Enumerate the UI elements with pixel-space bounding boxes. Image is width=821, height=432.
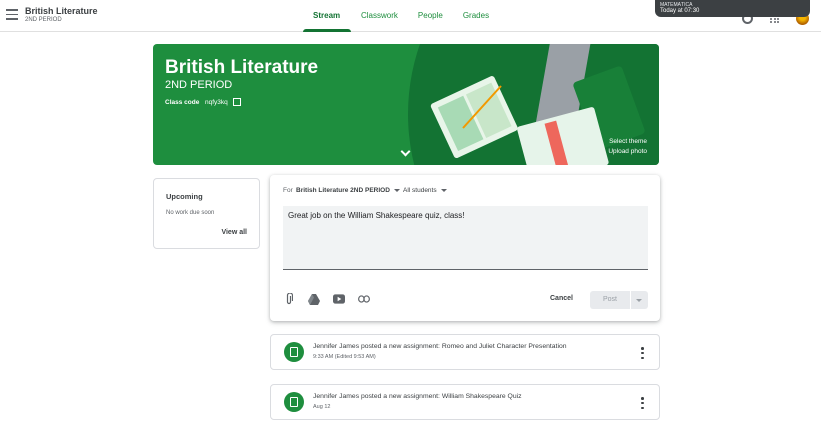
top-app-bar: British Literature 2ND PERIOD Stream Cla…: [0, 0, 821, 32]
google-drive-icon[interactable]: [308, 293, 320, 305]
post-title: Jennifer James posted a new assignment: …: [313, 343, 567, 350]
cancel-button[interactable]: Cancel: [550, 295, 573, 302]
assignment-icon: [284, 392, 304, 412]
post-date: 9:33 AM (Edited 9:53 AM): [313, 354, 376, 360]
class-select[interactable]: British Literature 2ND PERIOD: [296, 187, 400, 194]
post-title: Jennifer James posted a new assignment: …: [313, 393, 522, 400]
audience-select-value: All students: [403, 187, 437, 194]
banner-title: British Literature: [165, 57, 319, 78]
class-code-label: Class code: [165, 99, 200, 106]
class-select-value: British Literature 2ND PERIOD: [296, 187, 390, 194]
tab-classwork[interactable]: Classwork: [351, 0, 408, 32]
stream-post[interactable]: Jennifer James posted a new assignment: …: [270, 384, 660, 420]
tab-stream[interactable]: Stream: [303, 0, 351, 32]
class-banner: British Literature 2ND PERIOD Class code…: [153, 44, 659, 165]
upload-photo-link[interactable]: Upload photo: [608, 148, 647, 155]
view-all-link[interactable]: View all: [221, 229, 247, 236]
class-code-value: nqfy3kq: [205, 99, 228, 106]
for-label: For: [283, 187, 293, 194]
upcoming-title: Upcoming: [166, 192, 203, 201]
fullscreen-icon[interactable]: [233, 98, 241, 106]
more-vert-icon[interactable]: [641, 347, 645, 359]
notification-toast[interactable]: MATEMÁTICA Today at 07:30: [655, 0, 810, 17]
header-class-section: 2ND PERIOD: [25, 17, 62, 23]
paperclip-icon[interactable]: [283, 293, 295, 305]
menu-icon[interactable]: [6, 9, 18, 21]
upcoming-card: Upcoming No work due soon View all: [153, 178, 260, 249]
post-date: Aug 12: [313, 404, 331, 410]
tab-grades[interactable]: Grades: [453, 0, 499, 32]
post-button[interactable]: Post: [590, 291, 630, 309]
banner-section: 2ND PERIOD: [165, 79, 233, 91]
more-vert-icon[interactable]: [641, 397, 645, 409]
attachment-toolbar: [283, 293, 370, 305]
upcoming-empty-text: No work due soon: [166, 210, 215, 216]
announcement-composer: For British Literature 2ND PERIOD All st…: [270, 175, 660, 321]
stream-post[interactable]: Jennifer James posted a new assignment: …: [270, 334, 660, 370]
header-class-name[interactable]: British Literature: [25, 6, 98, 16]
caret-down-icon: [393, 188, 400, 192]
assignment-icon: [284, 342, 304, 362]
tab-people[interactable]: People: [408, 0, 453, 32]
youtube-icon[interactable]: [333, 293, 345, 305]
link-icon[interactable]: [358, 293, 370, 305]
notification-time: Today at 07:30: [660, 8, 700, 14]
caret-down-icon: [440, 188, 447, 192]
post-options-button[interactable]: [631, 291, 648, 309]
announcement-text-input[interactable]: Great job on the William Shakespeare qui…: [283, 206, 648, 270]
select-theme-link[interactable]: Select theme: [609, 138, 647, 145]
audience-select[interactable]: All students: [403, 187, 447, 194]
tab-bar: Stream Classwork People Grades: [303, 0, 499, 32]
